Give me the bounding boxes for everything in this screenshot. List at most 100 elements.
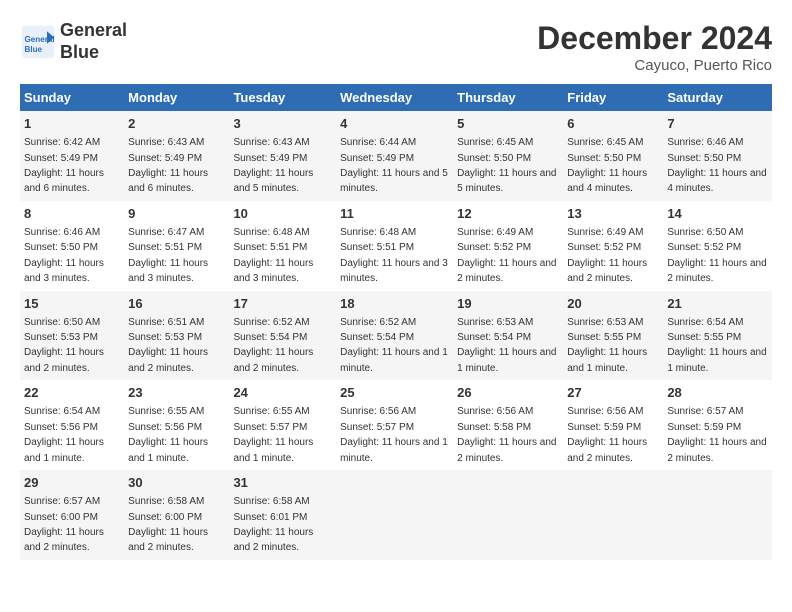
col-header-tuesday: Tuesday (229, 84, 336, 111)
day-sunset: Sunset: 5:49 PM (340, 153, 414, 164)
day-number: 5 (457, 115, 559, 133)
calendar-table: SundayMondayTuesdayWednesdayThursdayFrid… (20, 84, 772, 560)
day-sunrise: Sunrise: 6:53 AM (457, 317, 533, 328)
day-sunrise: Sunrise: 6:50 AM (24, 317, 100, 328)
day-sunset: Sunset: 5:50 PM (24, 242, 98, 253)
day-sunset: Sunset: 6:00 PM (24, 512, 98, 523)
day-daylight: Daylight: 11 hours and 2 minutes. (567, 258, 647, 284)
calendar-cell: 27 Sunrise: 6:56 AM Sunset: 5:59 PM Dayl… (563, 380, 663, 470)
day-sunset: Sunset: 5:56 PM (128, 422, 202, 433)
day-daylight: Daylight: 11 hours and 2 minutes. (128, 527, 208, 553)
day-number: 22 (24, 384, 120, 402)
day-daylight: Daylight: 11 hours and 1 minute. (457, 347, 556, 373)
calendar-cell: 1 Sunrise: 6:42 AM Sunset: 5:49 PM Dayli… (20, 111, 124, 201)
logo-line1: General (60, 20, 127, 42)
calendar-cell: 10 Sunrise: 6:48 AM Sunset: 5:51 PM Dayl… (229, 201, 336, 291)
col-header-wednesday: Wednesday (336, 84, 453, 111)
calendar-cell: 24 Sunrise: 6:55 AM Sunset: 5:57 PM Dayl… (229, 380, 336, 470)
day-sunrise: Sunrise: 6:52 AM (340, 317, 416, 328)
calendar-cell: 21 Sunrise: 6:54 AM Sunset: 5:55 PM Dayl… (663, 291, 772, 381)
day-number: 15 (24, 295, 120, 313)
day-sunset: Sunset: 5:50 PM (667, 153, 741, 164)
day-sunrise: Sunrise: 6:46 AM (24, 227, 100, 238)
logo-icon: General Blue (20, 24, 56, 60)
day-sunrise: Sunrise: 6:47 AM (128, 227, 204, 238)
day-sunset: Sunset: 5:59 PM (667, 422, 741, 433)
calendar-cell: 31 Sunrise: 6:58 AM Sunset: 6:01 PM Dayl… (229, 470, 336, 560)
day-daylight: Daylight: 11 hours and 6 minutes. (24, 168, 104, 194)
day-number: 3 (233, 115, 332, 133)
day-daylight: Daylight: 11 hours and 3 minutes. (24, 258, 104, 284)
day-number: 20 (567, 295, 659, 313)
calendar-cell: 30 Sunrise: 6:58 AM Sunset: 6:00 PM Dayl… (124, 470, 229, 560)
calendar-cell: 6 Sunrise: 6:45 AM Sunset: 5:50 PM Dayli… (563, 111, 663, 201)
day-daylight: Daylight: 11 hours and 5 minutes. (340, 168, 448, 194)
day-number: 6 (567, 115, 659, 133)
day-daylight: Daylight: 11 hours and 2 minutes. (128, 347, 208, 373)
month-title: December 2024 (537, 20, 772, 57)
calendar-cell: 20 Sunrise: 6:53 AM Sunset: 5:55 PM Dayl… (563, 291, 663, 381)
day-daylight: Daylight: 11 hours and 1 minute. (340, 437, 448, 463)
day-daylight: Daylight: 11 hours and 1 minute. (340, 347, 448, 373)
week-row-2: 8 Sunrise: 6:46 AM Sunset: 5:50 PM Dayli… (20, 201, 772, 291)
day-number: 2 (128, 115, 225, 133)
calendar-cell: 8 Sunrise: 6:46 AM Sunset: 5:50 PM Dayli… (20, 201, 124, 291)
day-sunset: Sunset: 5:59 PM (567, 422, 641, 433)
day-number: 23 (128, 384, 225, 402)
day-daylight: Daylight: 11 hours and 2 minutes. (667, 437, 766, 463)
day-daylight: Daylight: 11 hours and 2 minutes. (24, 527, 104, 553)
location: Cayuco, Puerto Rico (537, 57, 772, 74)
day-daylight: Daylight: 11 hours and 3 minutes. (233, 258, 313, 284)
calendar-cell: 7 Sunrise: 6:46 AM Sunset: 5:50 PM Dayli… (663, 111, 772, 201)
day-sunrise: Sunrise: 6:50 AM (667, 227, 743, 238)
day-daylight: Daylight: 11 hours and 5 minutes. (233, 168, 313, 194)
day-sunrise: Sunrise: 6:52 AM (233, 317, 309, 328)
day-sunrise: Sunrise: 6:43 AM (128, 137, 204, 148)
day-daylight: Daylight: 11 hours and 3 minutes. (340, 258, 448, 284)
day-daylight: Daylight: 11 hours and 2 minutes. (24, 347, 104, 373)
day-sunrise: Sunrise: 6:54 AM (24, 406, 100, 417)
day-daylight: Daylight: 11 hours and 1 minute. (24, 437, 104, 463)
calendar-cell: 15 Sunrise: 6:50 AM Sunset: 5:53 PM Dayl… (20, 291, 124, 381)
day-sunrise: Sunrise: 6:45 AM (567, 137, 643, 148)
calendar-cell: 25 Sunrise: 6:56 AM Sunset: 5:57 PM Dayl… (336, 380, 453, 470)
day-number: 10 (233, 205, 332, 223)
day-sunrise: Sunrise: 6:49 AM (457, 227, 533, 238)
day-sunset: Sunset: 6:00 PM (128, 512, 202, 523)
calendar-cell: 13 Sunrise: 6:49 AM Sunset: 5:52 PM Dayl… (563, 201, 663, 291)
week-row-5: 29 Sunrise: 6:57 AM Sunset: 6:00 PM Dayl… (20, 470, 772, 560)
day-sunset: Sunset: 5:52 PM (667, 242, 741, 253)
calendar-cell: 14 Sunrise: 6:50 AM Sunset: 5:52 PM Dayl… (663, 201, 772, 291)
day-sunset: Sunset: 6:01 PM (233, 512, 307, 523)
day-sunset: Sunset: 5:49 PM (24, 153, 98, 164)
calendar-cell: 9 Sunrise: 6:47 AM Sunset: 5:51 PM Dayli… (124, 201, 229, 291)
day-sunset: Sunset: 5:53 PM (24, 332, 98, 343)
week-row-4: 22 Sunrise: 6:54 AM Sunset: 5:56 PM Dayl… (20, 380, 772, 470)
day-daylight: Daylight: 11 hours and 3 minutes. (128, 258, 208, 284)
day-daylight: Daylight: 11 hours and 2 minutes. (457, 258, 556, 284)
day-number: 25 (340, 384, 449, 402)
day-sunset: Sunset: 5:57 PM (233, 422, 307, 433)
day-sunset: Sunset: 5:58 PM (457, 422, 531, 433)
day-sunset: Sunset: 5:54 PM (340, 332, 414, 343)
day-number: 7 (667, 115, 768, 133)
day-sunrise: Sunrise: 6:44 AM (340, 137, 416, 148)
day-sunrise: Sunrise: 6:55 AM (128, 406, 204, 417)
svg-text:Blue: Blue (25, 44, 43, 53)
col-header-friday: Friday (563, 84, 663, 111)
calendar-cell: 11 Sunrise: 6:48 AM Sunset: 5:51 PM Dayl… (336, 201, 453, 291)
day-number: 8 (24, 205, 120, 223)
calendar-cell: 17 Sunrise: 6:52 AM Sunset: 5:54 PM Dayl… (229, 291, 336, 381)
day-sunrise: Sunrise: 6:54 AM (667, 317, 743, 328)
day-sunrise: Sunrise: 6:43 AM (233, 137, 309, 148)
calendar-header-row: SundayMondayTuesdayWednesdayThursdayFrid… (20, 84, 772, 111)
day-sunset: Sunset: 5:50 PM (457, 153, 531, 164)
day-sunset: Sunset: 5:51 PM (233, 242, 307, 253)
day-sunrise: Sunrise: 6:46 AM (667, 137, 743, 148)
day-number: 14 (667, 205, 768, 223)
day-number: 17 (233, 295, 332, 313)
calendar-cell: 3 Sunrise: 6:43 AM Sunset: 5:49 PM Dayli… (229, 111, 336, 201)
day-sunrise: Sunrise: 6:57 AM (667, 406, 743, 417)
day-daylight: Daylight: 11 hours and 1 minute. (128, 437, 208, 463)
week-row-3: 15 Sunrise: 6:50 AM Sunset: 5:53 PM Dayl… (20, 291, 772, 381)
